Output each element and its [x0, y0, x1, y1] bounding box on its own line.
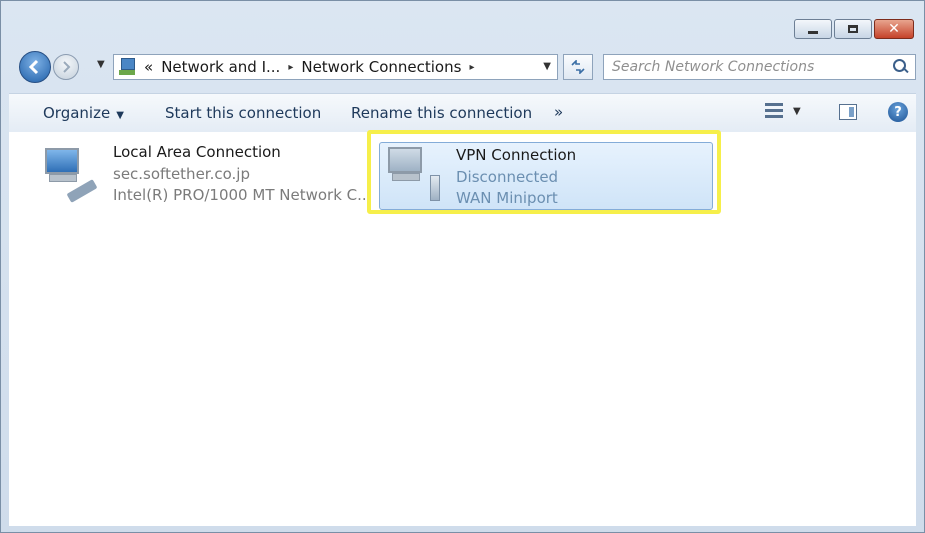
- more-commands-button[interactable]: »: [554, 103, 563, 121]
- connection-network: sec.softether.co.jp: [113, 164, 250, 183]
- connection-device: Intel(R) PRO/1000 MT Network C...: [113, 186, 372, 204]
- minimize-button[interactable]: [794, 19, 832, 39]
- forward-button[interactable]: [53, 54, 79, 80]
- chevron-down-icon: ▼: [793, 105, 801, 117]
- rename-connection-button[interactable]: Rename this connection: [351, 104, 532, 122]
- breadcrumb-overflow[interactable]: «: [144, 58, 153, 76]
- back-button[interactable]: [19, 51, 51, 83]
- vpn-adapter-icon: [388, 145, 444, 205]
- start-connection-button[interactable]: Start this connection: [165, 104, 321, 122]
- minimize-icon: [808, 30, 818, 34]
- maximize-button[interactable]: [834, 19, 872, 39]
- search-icon[interactable]: [893, 59, 909, 75]
- address-bar[interactable]: « Network and I... ▸ Network Connections…: [113, 54, 558, 80]
- connection-device: WAN Miniport: [456, 189, 558, 207]
- command-bar: Organize ▼ Start this connection Rename t…: [9, 93, 916, 133]
- list-item-vpn-connection[interactable]: VPN Connection Disconnected WAN Miniport: [379, 142, 713, 210]
- organize-button[interactable]: Organize ▼: [43, 104, 124, 122]
- address-row: ▼ « Network and I... ▸ Network Connectio…: [19, 51, 916, 83]
- connection-name: VPN Connection: [456, 146, 577, 164]
- network-adapter-icon: [41, 146, 98, 206]
- close-button[interactable]: ✕: [874, 19, 914, 39]
- connection-details: VPN Connection Disconnected WAN Miniport: [456, 145, 576, 210]
- address-dropdown[interactable]: ▼: [543, 61, 551, 72]
- maximize-icon: [848, 25, 858, 33]
- connection-details: Local Area Connection sec.softether.co.j…: [113, 142, 371, 207]
- refresh-button[interactable]: [563, 54, 593, 80]
- preview-pane-icon[interactable]: [839, 104, 857, 120]
- search-box: [603, 54, 916, 80]
- forward-arrow-icon: [63, 61, 71, 73]
- explorer-window: ✕ ▼ « Network and I... ▸ Network Connect…: [0, 0, 925, 533]
- breadcrumb-separator[interactable]: ▸: [469, 62, 474, 73]
- refresh-icon: [571, 60, 585, 74]
- breadcrumb-network-and-internet[interactable]: Network and I...: [161, 58, 280, 76]
- connection-name: Local Area Connection: [113, 143, 281, 161]
- list-item-local-area-connection[interactable]: Local Area Connection sec.softether.co.j…: [41, 142, 371, 210]
- network-folder-icon: [118, 57, 138, 77]
- breadcrumb-separator[interactable]: ▸: [288, 62, 293, 73]
- help-icon[interactable]: ?: [888, 102, 908, 122]
- connection-status: Disconnected: [456, 167, 559, 186]
- back-arrow-icon: [28, 59, 39, 75]
- close-icon: ✕: [888, 21, 900, 37]
- organize-label: Organize: [43, 104, 111, 122]
- chevron-down-icon: ▼: [116, 110, 124, 121]
- breadcrumb-network-connections[interactable]: Network Connections: [301, 58, 461, 76]
- recent-pages-dropdown[interactable]: ▼: [97, 59, 105, 70]
- connections-list: Local Area Connection sec.softether.co.j…: [9, 130, 916, 526]
- change-view-button[interactable]: ▼: [765, 103, 801, 119]
- caption-buttons: ✕: [794, 19, 914, 39]
- view-options-icon: [765, 103, 783, 119]
- breadcrumb: « Network and I... ▸ Network Connections…: [144, 58, 474, 76]
- search-input[interactable]: [604, 55, 884, 79]
